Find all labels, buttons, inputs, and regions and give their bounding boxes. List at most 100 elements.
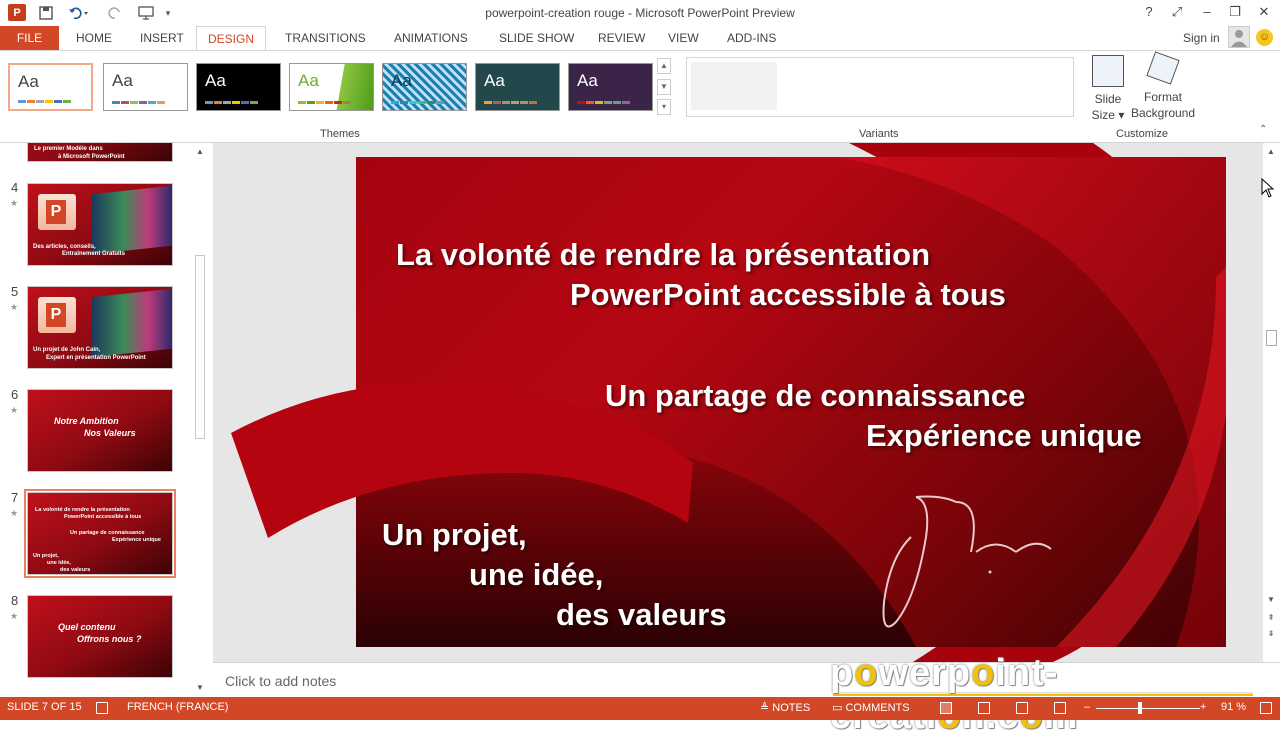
slide-number: 4 bbox=[11, 180, 19, 195]
notes-toggle[interactable]: ≜ NOTES bbox=[760, 701, 810, 714]
animation-star-icon: ★ bbox=[10, 611, 19, 621]
scroll-down-arrow-icon[interactable]: ▼ bbox=[1264, 593, 1278, 607]
feedback-smiley-icon[interactable]: ☺ bbox=[1256, 29, 1273, 46]
thumb-text: Un projet, bbox=[33, 553, 59, 559]
thumb-text: Un partage de connaissance bbox=[70, 530, 145, 536]
window-title: powerpoint-creation rouge - Microsoft Po… bbox=[485, 6, 795, 20]
tab-file[interactable]: FILE bbox=[0, 26, 59, 50]
theme-sample-text: Aa bbox=[18, 72, 39, 91]
normal-view-icon[interactable] bbox=[940, 702, 952, 714]
variant-placeholder bbox=[691, 62, 777, 110]
mouse-cursor-icon bbox=[1261, 178, 1275, 198]
slide-size-label-1: Slide bbox=[1094, 92, 1122, 106]
slide-number: 7 bbox=[11, 490, 19, 505]
slide-thumbnail-3[interactable]: Le premier Modèle dans à Microsoft Power… bbox=[27, 143, 173, 162]
theme-sample-text: Aa bbox=[484, 71, 505, 90]
slide-scrollbar[interactable]: ▲ ▼ ⇞ ⇟ bbox=[1264, 143, 1278, 662]
maximize-button[interactable]: ❐ bbox=[1222, 2, 1248, 22]
thumb-text: Notre Ambition bbox=[54, 416, 119, 426]
slide-number: 8 bbox=[11, 593, 19, 608]
thumb-text: des valeurs bbox=[60, 567, 91, 573]
help-button[interactable]: ? bbox=[1136, 2, 1162, 22]
slide-thumbnail-6[interactable]: Notre Ambition Nos Valeurs bbox=[27, 389, 173, 472]
tab-add-ins[interactable]: ADD-INS bbox=[721, 26, 782, 50]
screenshot-image bbox=[92, 288, 172, 358]
slide-thumbnail-8[interactable]: Quel contenu Offrons nous ? bbox=[27, 595, 173, 678]
themes-more-chevron-icon[interactable]: ▾ bbox=[657, 99, 671, 115]
themes-scroll-up-chevron-icon[interactable]: ▲ bbox=[657, 58, 671, 74]
thumb-text: Offrons nous ? bbox=[77, 634, 142, 644]
scroll-down-arrow-icon[interactable]: ▼ bbox=[193, 681, 207, 695]
previous-slide-icon[interactable]: ⇞ bbox=[1264, 611, 1278, 625]
thumbnails-scroll-thumb[interactable] bbox=[195, 255, 205, 439]
slide-thumbnail-7-selected[interactable]: La volonté de rendre la présentation Pow… bbox=[24, 489, 176, 578]
tab-design[interactable]: DESIGN bbox=[196, 26, 267, 51]
tab-insert[interactable]: INSERT bbox=[134, 26, 190, 50]
zoom-slider-thumb[interactable] bbox=[1138, 702, 1142, 714]
comments-toggle[interactable]: ▭ COMMENTS bbox=[832, 701, 910, 714]
minimize-button[interactable]: – bbox=[1194, 2, 1220, 22]
slide-thumbnail-5[interactable]: P Un projet de John Cain, Expert en prés… bbox=[27, 286, 173, 369]
animation-star-icon: ★ bbox=[10, 405, 19, 415]
theme-integral[interactable]: Aa bbox=[382, 63, 467, 111]
themes-scroll-down-chevron-icon[interactable]: ▼ bbox=[657, 79, 671, 95]
fit-slide-icon[interactable] bbox=[1260, 702, 1272, 714]
tab-animations[interactable]: ANIMATIONS bbox=[388, 26, 474, 50]
slide-sorter-icon[interactable] bbox=[978, 702, 990, 714]
format-background-label-1: Format bbox=[1143, 90, 1182, 104]
scroll-up-arrow-icon[interactable]: ▲ bbox=[193, 145, 207, 159]
close-button[interactable]: ✕ bbox=[1251, 2, 1277, 22]
comment-icon: ▭ bbox=[832, 702, 846, 714]
zoom-level[interactable]: 91 % bbox=[1221, 701, 1246, 713]
theme-dark[interactable]: Aa bbox=[196, 63, 281, 111]
slide-position: SLIDE 7 OF 15 bbox=[7, 701, 82, 713]
next-slide-icon[interactable]: ⇟ bbox=[1264, 627, 1278, 641]
theme-sample-text: Aa bbox=[205, 71, 226, 90]
slide-thumbnails-panel: Le premier Modèle dans à Microsoft Power… bbox=[0, 143, 210, 697]
tab-home[interactable]: HOME bbox=[70, 26, 118, 50]
thumb-text: Un projet de John Cain, bbox=[33, 347, 101, 353]
zoom-slider[interactable] bbox=[1096, 708, 1200, 709]
sign-in-link[interactable]: Sign in bbox=[1183, 31, 1220, 45]
avatar[interactable] bbox=[1228, 26, 1250, 48]
design-ribbon: Aa Aa Aa Aa Aa Aa Aa ▲ ▼ ▾ Themes Varian… bbox=[0, 50, 1280, 143]
tab-slide-show[interactable]: SLIDE SHOW bbox=[493, 26, 580, 50]
slide-show-icon[interactable] bbox=[1054, 702, 1066, 714]
thumb-text: une idée, bbox=[47, 560, 71, 566]
ribbon-display-button[interactable]: ⤢ bbox=[1164, 2, 1190, 22]
title-bar: P ▾ powerpoint-creation rouge - Microsof… bbox=[0, 0, 1280, 26]
zoom-out-button[interactable]: – bbox=[1084, 701, 1090, 713]
customize-group-label: Customize bbox=[1116, 128, 1168, 140]
notes-placeholder[interactable]: Click to add notes bbox=[225, 673, 336, 689]
scroll-up-arrow-icon[interactable]: ▲ bbox=[1264, 145, 1278, 159]
paint-bucket-icon bbox=[1146, 51, 1180, 85]
thumbnails-scrollbar[interactable]: ▲ ▼ bbox=[193, 143, 207, 697]
screenshot-image bbox=[92, 185, 172, 255]
language-indicator[interactable]: FRENCH (FRANCE) bbox=[127, 701, 228, 713]
thumb-text: Le premier Modèle dans bbox=[34, 146, 103, 152]
slide-thumbnail-4[interactable]: P Des articles, conseils, Entraînement G… bbox=[27, 183, 173, 266]
slide-number: 5 bbox=[11, 284, 19, 299]
tab-review[interactable]: REVIEW bbox=[592, 26, 651, 50]
reading-view-icon[interactable] bbox=[1016, 702, 1028, 714]
animation-star-icon: ★ bbox=[10, 198, 19, 208]
powerpoint-logo-icon: P bbox=[38, 297, 76, 333]
themes-group-label: Themes bbox=[320, 128, 360, 140]
spelling-check-icon[interactable] bbox=[96, 702, 108, 714]
theme-ion-boardroom[interactable]: Aa bbox=[475, 63, 560, 111]
theme-ion[interactable]: Aa bbox=[568, 63, 653, 111]
slide-scroll-thumb[interactable] bbox=[1266, 330, 1277, 346]
theme-office[interactable]: Aa bbox=[103, 63, 188, 111]
collapse-ribbon-chevron-up-icon[interactable]: ⌃ bbox=[1259, 124, 1267, 135]
theme-facet[interactable]: Aa bbox=[289, 63, 374, 111]
variants-group-label: Variants bbox=[859, 128, 899, 140]
slide-size-button[interactable]: Slide Size ▾ bbox=[1088, 55, 1128, 123]
theme-sample-text: Aa bbox=[112, 71, 133, 90]
tab-view[interactable]: VIEW bbox=[662, 26, 705, 50]
powerpoint-logo-icon: P bbox=[38, 194, 76, 230]
format-background-button[interactable]: Format Background bbox=[1128, 51, 1198, 121]
slide-size-label-2: Size ▾ bbox=[1091, 108, 1125, 122]
tab-transitions[interactable]: TRANSITIONS bbox=[279, 26, 372, 50]
theme-office-selected[interactable]: Aa bbox=[8, 63, 93, 111]
zoom-in-button[interactable]: + bbox=[1200, 701, 1206, 713]
